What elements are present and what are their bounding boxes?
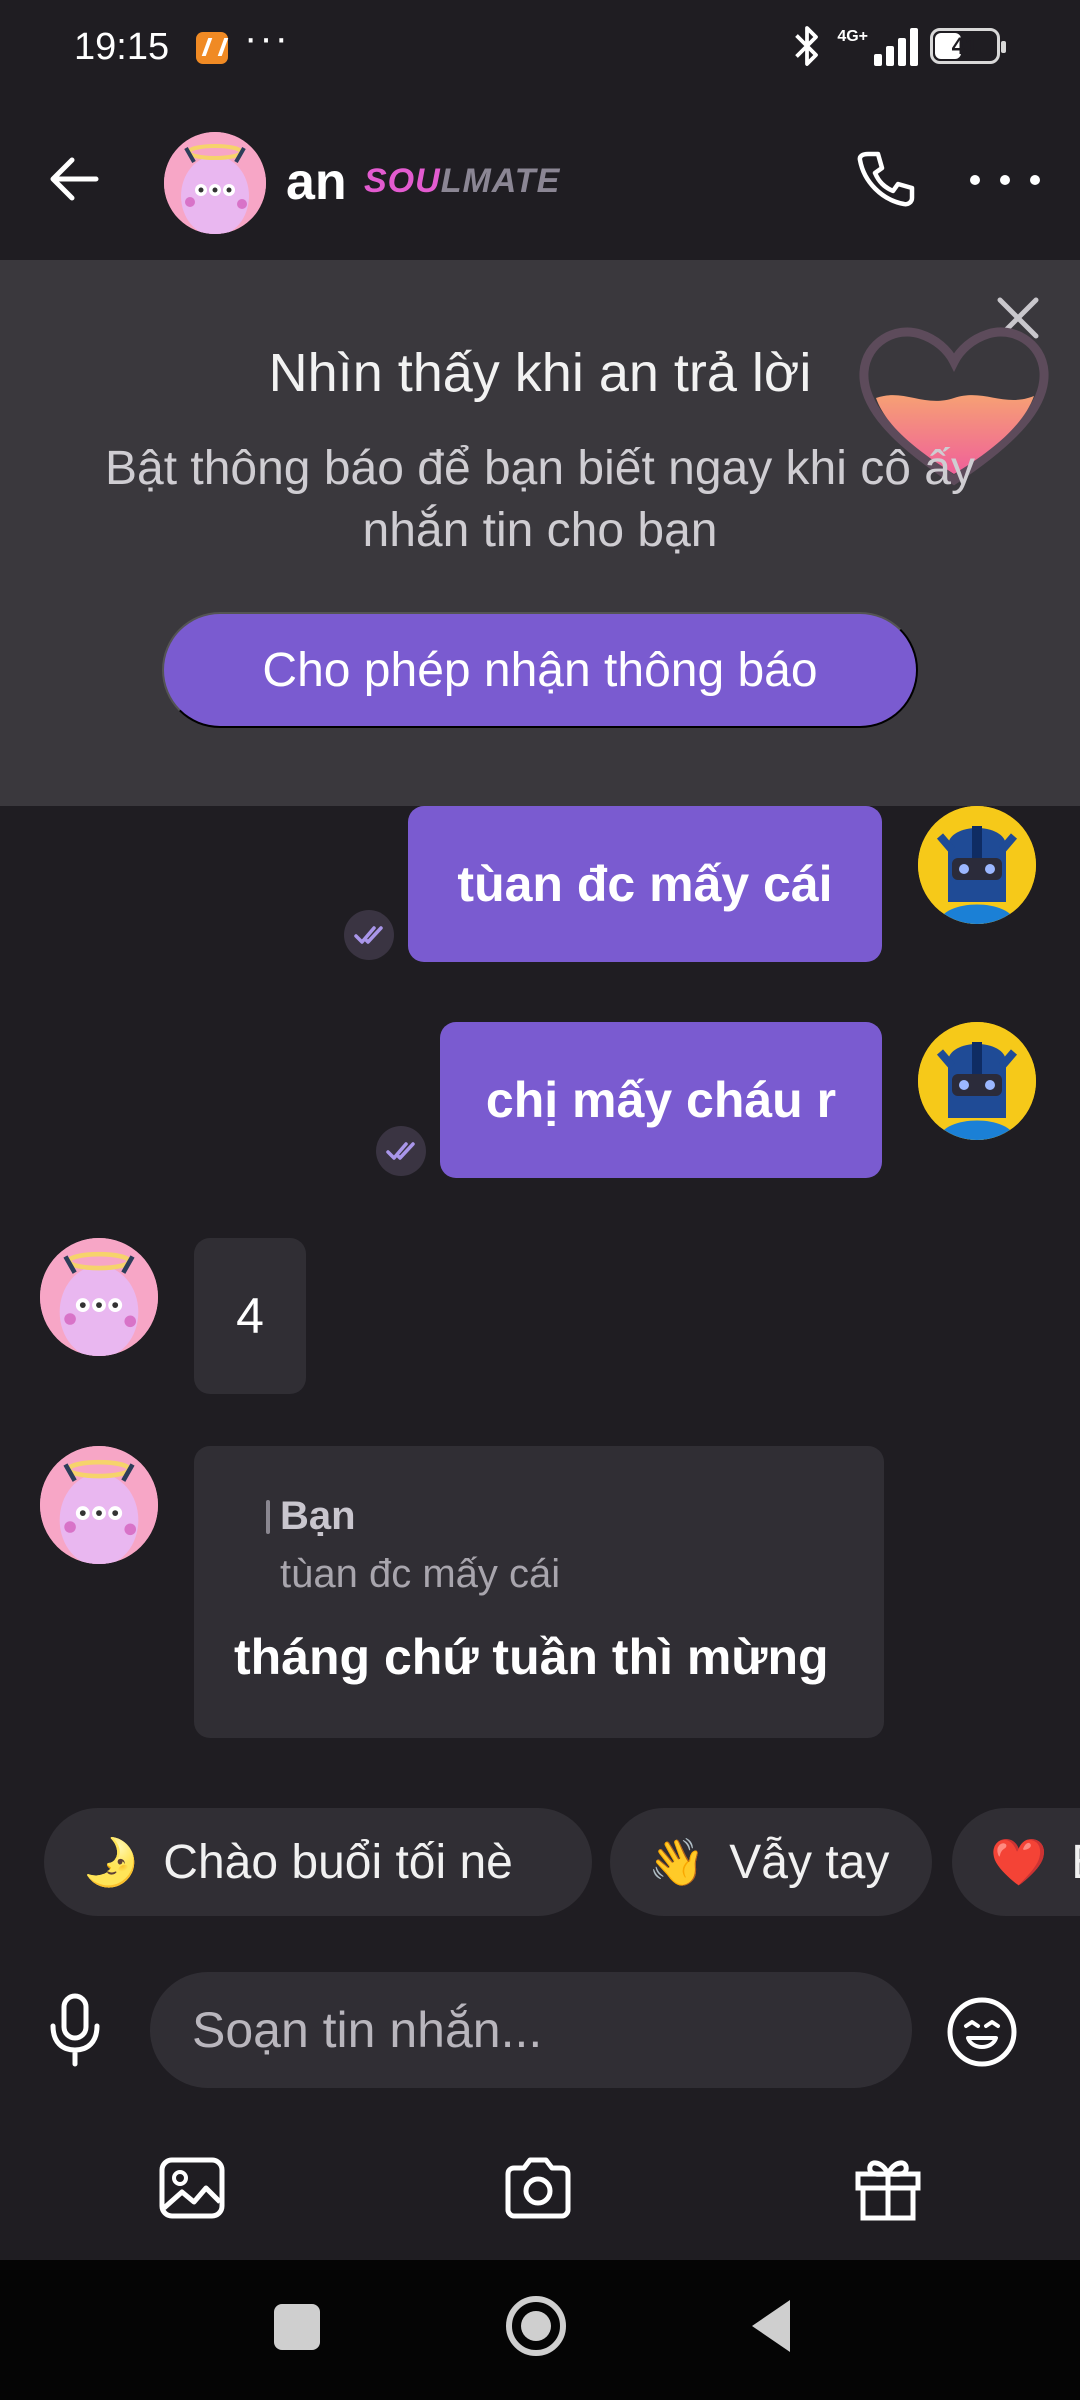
quick-reply-chip[interactable]: ❤️ B xyxy=(952,1808,1080,1916)
banner-subtitle: Bật thông báo để bạn biết ngay khi cô ấy… xyxy=(105,442,975,557)
gift-button[interactable] xyxy=(850,2150,926,2226)
quote-bar xyxy=(266,1500,270,1534)
soulmate-badge-part2: LMATE xyxy=(440,162,561,200)
soulmate-badge-part1: SOU xyxy=(364,162,441,200)
warrior-avatar-icon xyxy=(918,806,1036,924)
read-receipt-icon xyxy=(344,910,394,960)
warrior-avatar-icon xyxy=(918,1022,1036,1140)
back-button[interactable] xyxy=(40,144,110,214)
dot xyxy=(1030,175,1040,185)
quick-reply-chip[interactable]: 🌛 Chào buổi tối nè xyxy=(44,1808,592,1916)
battery-icon: 41 xyxy=(930,28,1006,64)
contact-name[interactable]: an xyxy=(286,152,347,212)
gallery-button[interactable] xyxy=(154,2150,230,2226)
quoted-text: tùan đc mấy cái xyxy=(280,1552,561,1596)
incoming-reply-message[interactable]: Bạn tùan đc mấy cái tháng chứ tuần thì m… xyxy=(194,1446,884,1738)
status-time: 19:15 xyxy=(74,26,170,68)
more-notifications-indicator: ··· xyxy=(244,16,290,60)
monster-avatar-icon xyxy=(164,132,266,234)
monster-avatar-icon xyxy=(40,1238,158,1356)
quick-replies: 🌛 Chào buổi tối nè 👋 Vẫy tay ❤️ B xyxy=(0,1808,1080,1920)
monster-avatar-icon xyxy=(40,1446,158,1564)
emoji-button[interactable] xyxy=(944,1994,1020,2070)
system-back-button[interactable] xyxy=(752,2300,790,2352)
composer xyxy=(0,1950,1080,2260)
quick-reply-label: Chào buổi tối nè xyxy=(163,1835,513,1889)
outgoing-message[interactable]: chị mấy cháu r xyxy=(440,1022,882,1178)
recent-apps-button[interactable] xyxy=(274,2304,320,2350)
camera-button[interactable] xyxy=(500,2150,576,2226)
heart-icon: ❤️ xyxy=(990,1835,1048,1888)
reply-text: tháng chứ tuần thì mừng xyxy=(234,1629,829,1685)
wave-icon: 👋 xyxy=(648,1835,706,1888)
incoming-message[interactable]: 4 xyxy=(194,1238,306,1394)
banner-title: Nhìn thấy khi an trả lời xyxy=(268,343,812,403)
battery-level: 41 xyxy=(951,33,979,60)
system-navigation-bar xyxy=(0,2260,1080,2400)
signal-icon xyxy=(874,26,918,66)
dot xyxy=(1000,175,1010,185)
soulmate-badge: SOULMATE xyxy=(364,162,560,201)
message-input[interactable] xyxy=(150,1972,912,2088)
status-icons: 4G+ 41 xyxy=(789,22,1006,70)
quick-reply-chip[interactable]: 👋 Vẫy tay xyxy=(610,1808,932,1916)
quick-reply-label: B xyxy=(1071,1835,1080,1890)
more-options-button[interactable] xyxy=(970,160,1040,200)
contact-avatar[interactable] xyxy=(40,1446,158,1564)
my-avatar[interactable] xyxy=(918,806,1036,924)
mic-button[interactable] xyxy=(40,1990,110,2070)
quick-reply-label: Vẫy tay xyxy=(729,1835,890,1889)
app-notification-icon xyxy=(196,32,228,64)
quoted-author: Bạn xyxy=(280,1494,356,1538)
home-button[interactable] xyxy=(506,2296,566,2356)
read-receipt-icon xyxy=(376,1126,426,1176)
call-button[interactable] xyxy=(850,144,920,214)
outgoing-message[interactable]: tùan đc mấy cái xyxy=(408,806,882,962)
moon-icon: 🌛 xyxy=(82,1835,140,1888)
dot xyxy=(970,175,980,185)
network-type: 4G+ xyxy=(837,28,868,45)
bluetooth-icon xyxy=(795,26,819,66)
status-bar: 19:15 ··· 4G+ 41 xyxy=(0,0,1080,100)
contact-avatar[interactable] xyxy=(40,1238,158,1356)
my-avatar[interactable] xyxy=(918,1022,1036,1140)
chat-header: an SOULMATE xyxy=(0,100,1080,260)
contact-avatar[interactable] xyxy=(164,132,266,234)
allow-notifications-button[interactable]: Cho phép nhận thông báo xyxy=(162,612,918,728)
